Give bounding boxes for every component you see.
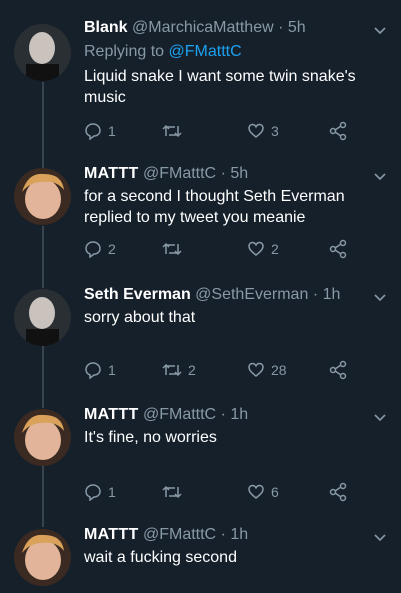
tweet-header: Seth Everman @SethEverman · 1h — [84, 285, 340, 305]
reply-icon — [85, 362, 101, 379]
timestamp[interactable]: · 1h — [221, 406, 249, 423]
like-count: 2 — [271, 241, 279, 257]
user-handle[interactable]: @MarchicaMatthew — [132, 19, 274, 36]
retweet-count: 2 — [188, 362, 196, 378]
share-button[interactable] — [328, 481, 354, 503]
share-button[interactable] — [328, 238, 354, 260]
user-handle[interactable]: @FMatttC — [143, 406, 216, 423]
replying-to: Replying to @FMatttC — [84, 42, 242, 62]
tweet[interactable]: MATTT @FMatttC · 1h It's fine, no worrie… — [0, 405, 401, 515]
reply-button[interactable]: 1 — [84, 359, 116, 381]
avatar[interactable] — [14, 289, 71, 346]
chevron-down-icon[interactable] — [373, 170, 387, 184]
share-icon — [329, 482, 347, 502]
retweet-button[interactable] — [162, 238, 188, 260]
like-count: 6 — [271, 484, 279, 500]
display-name[interactable]: MATTT — [84, 165, 139, 182]
like-icon — [248, 241, 264, 256]
tweet-header: MATTT @FMatttC · 1h — [84, 525, 248, 545]
like-button[interactable]: 6 — [247, 481, 279, 503]
avatar[interactable] — [14, 409, 71, 466]
timestamp[interactable]: · 1h — [221, 526, 249, 543]
avatar[interactable] — [14, 168, 71, 225]
user-handle[interactable]: @FMatttC — [143, 526, 216, 543]
like-button[interactable]: 3 — [247, 120, 279, 142]
tweet-text: for a second I thought Seth Everman repl… — [84, 188, 345, 226]
tweet-actions: 1 3 — [84, 120, 364, 142]
tweet-header: MATTT @FMatttC · 1h — [84, 405, 248, 425]
retweet-icon — [162, 124, 182, 138]
share-icon — [329, 121, 347, 141]
reply-icon — [85, 241, 101, 258]
tweet[interactable]: Seth Everman @SethEverman · 1h sorry abo… — [0, 285, 401, 395]
like-count: 3 — [271, 123, 279, 139]
tweet-text: Liquid snake I want some twin snake's mu… — [84, 68, 356, 106]
timestamp[interactable]: · 1h — [313, 286, 341, 303]
like-icon — [248, 123, 264, 138]
tweet-text: It's fine, no worries — [84, 429, 217, 446]
user-handle[interactable]: @FMatttC — [143, 165, 216, 182]
retweet-button[interactable] — [162, 481, 188, 503]
retweet-button[interactable] — [162, 120, 188, 142]
tweet[interactable]: MATTT @FMatttC · 5h for a second I thoug… — [0, 164, 401, 274]
display-name[interactable]: Blank — [84, 19, 128, 36]
tweet[interactable]: Blank @MarchicaMatthew · 5h Replying to … — [0, 18, 401, 148]
reply-count: 1 — [108, 123, 116, 139]
reply-button[interactable]: 2 — [84, 238, 116, 260]
share-icon — [329, 360, 347, 380]
chevron-down-icon[interactable] — [373, 291, 387, 305]
tweet-actions: 1 6 — [84, 481, 364, 503]
timestamp[interactable]: · 5h — [221, 165, 249, 182]
reply-count: 1 — [108, 484, 116, 500]
replying-label: Replying to — [84, 43, 165, 60]
display-name[interactable]: Seth Everman — [84, 286, 191, 303]
display-name[interactable]: MATTT — [84, 406, 139, 423]
tweet[interactable]: MATTT @FMatttC · 1h wait a fucking secon… — [0, 525, 401, 593]
avatar[interactable] — [14, 24, 71, 81]
tweet-text: wait a fucking second — [84, 549, 237, 566]
retweet-icon — [162, 485, 182, 499]
tweet-header: MATTT @FMatttC · 5h — [84, 164, 248, 184]
reply-icon — [85, 484, 101, 501]
retweet-icon — [162, 363, 182, 377]
chevron-down-icon[interactable] — [373, 24, 387, 38]
replying-handle[interactable]: @FMatttC — [169, 43, 242, 60]
reply-button[interactable]: 1 — [84, 481, 116, 503]
like-count: 28 — [271, 362, 287, 378]
chevron-down-icon[interactable] — [373, 411, 387, 425]
like-button[interactable]: 28 — [247, 359, 287, 381]
reply-count: 1 — [108, 362, 116, 378]
share-icon — [329, 239, 347, 259]
share-button[interactable] — [328, 359, 354, 381]
like-icon — [248, 362, 264, 377]
reply-button[interactable]: 1 — [84, 120, 116, 142]
tweet-actions: 2 2 — [84, 238, 364, 260]
display-name[interactable]: MATTT — [84, 526, 139, 543]
tweet-text: sorry about that — [84, 309, 196, 326]
reply-icon — [85, 123, 101, 140]
timestamp[interactable]: · 5h — [278, 19, 306, 36]
like-icon — [248, 484, 264, 499]
chevron-down-icon[interactable] — [373, 531, 387, 545]
retweet-icon — [162, 242, 182, 256]
retweet-button[interactable]: 2 — [162, 359, 196, 381]
avatar[interactable] — [14, 529, 71, 586]
share-button[interactable] — [328, 120, 354, 142]
user-handle[interactable]: @SethEverman — [195, 286, 308, 303]
tweet-actions: 1 2 28 — [84, 359, 364, 381]
tweet-header: Blank @MarchicaMatthew · 5h — [84, 18, 306, 38]
reply-count: 2 — [108, 241, 116, 257]
like-button[interactable]: 2 — [247, 238, 279, 260]
